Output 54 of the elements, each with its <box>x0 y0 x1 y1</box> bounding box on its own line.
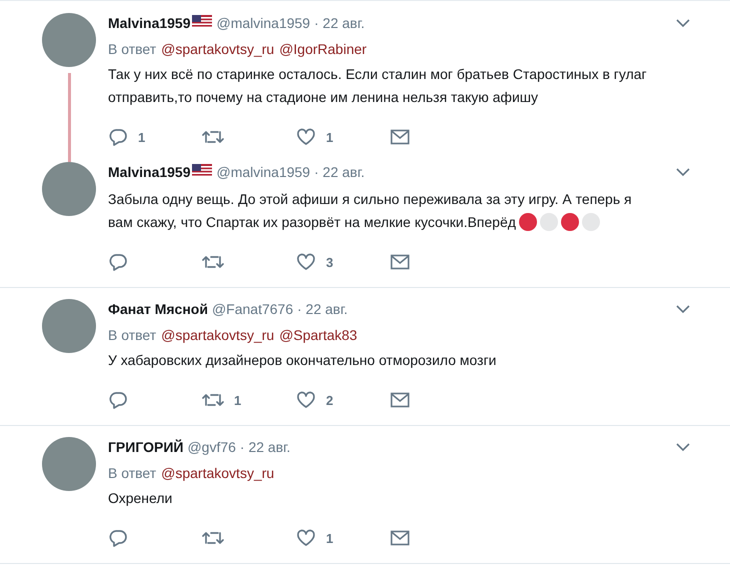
tweet-date[interactable]: · 22 авг. <box>314 164 365 180</box>
tweet-text: Забыла одну вещь. До этой афиши я сильно переживала за эту игру. А теперь я вам скажу, что Спартак их разорвёт на мелкие кусочки.Вперёд <box>108 191 632 230</box>
envelope-icon[interactable] <box>390 129 410 145</box>
mention-link[interactable]: @Spartak83 <box>279 327 358 343</box>
like-count: 1 <box>326 530 334 546</box>
heart-icon[interactable] <box>296 128 316 146</box>
reply-icon[interactable] <box>108 391 128 409</box>
user-name[interactable]: Malvina1959 <box>108 15 190 31</box>
like-count: 3 <box>326 254 334 270</box>
user-handle[interactable]: @gvf76 <box>187 439 236 455</box>
envelope-icon[interactable] <box>390 254 410 270</box>
reply-label: В ответ <box>108 465 156 481</box>
tweet-date[interactable]: · 22 авг. <box>240 439 290 455</box>
tweet-date[interactable]: · 22 авг. <box>314 15 365 31</box>
retweet-count: 1 <box>234 392 242 408</box>
reply-icon[interactable] <box>108 253 128 271</box>
envelope-icon[interactable] <box>390 392 410 408</box>
user-name[interactable]: ГРИГОРИЙ <box>108 439 184 455</box>
tweet-text: Так у них всё по старинке осталось. Если сталин мог братьев Старостиных в гулаг отправить,то почему на стадионе им ленина нельзя такую афишу <box>108 66 647 105</box>
reply-count: 1 <box>138 130 146 144</box>
chevron-down-icon[interactable] <box>676 442 690 452</box>
heart-icon[interactable] <box>296 529 316 547</box>
avatar-photo[interactable] <box>42 299 96 353</box>
mention-link[interactable]: @spartakovtsy_ru <box>161 465 274 481</box>
avatar-photo[interactable] <box>42 437 96 491</box>
retweet-icon[interactable] <box>202 129 224 145</box>
chevron-down-icon[interactable] <box>676 18 690 28</box>
avatar-photo[interactable] <box>42 162 96 216</box>
like-count: 1 <box>326 130 334 144</box>
like-count: 2 <box>326 392 334 408</box>
heart-icon[interactable] <box>296 391 316 409</box>
retweet-icon[interactable] <box>202 392 224 408</box>
tweet-text: Охренели <box>108 490 172 506</box>
tweet-text: У хабаровских дизайнеров окончательно отморозило мозги <box>108 352 496 368</box>
chevron-down-icon[interactable] <box>676 168 690 176</box>
reply-icon[interactable] <box>108 128 128 146</box>
user-name[interactable]: Malvina1959 <box>108 164 190 180</box>
heart-icon[interactable] <box>296 253 316 271</box>
tweet-date[interactable]: · 22 авг. <box>297 301 348 317</box>
avatar-photo[interactable] <box>42 13 96 67</box>
retweet-icon[interactable] <box>202 530 224 546</box>
mention-link[interactable]: @spartakovtsy_ru <box>161 327 274 343</box>
user-name[interactable]: Фанат Мясной <box>108 301 208 317</box>
mention-link[interactable]: @IgorRabiner <box>279 41 367 57</box>
reply-icon[interactable] <box>108 529 128 547</box>
reply-label: В ответ <box>108 327 156 343</box>
user-handle[interactable]: @Fanat7676 <box>212 301 294 317</box>
user-handle[interactable]: @malvina1959 <box>216 15 310 31</box>
chevron-down-icon[interactable] <box>676 304 690 314</box>
mention-link[interactable]: @spartakovtsy_ru <box>161 41 274 57</box>
user-handle[interactable]: @malvina1959 <box>216 164 310 180</box>
retweet-icon[interactable] <box>202 254 224 270</box>
reply-label: В ответ <box>108 41 156 57</box>
envelope-icon[interactable] <box>390 530 410 546</box>
